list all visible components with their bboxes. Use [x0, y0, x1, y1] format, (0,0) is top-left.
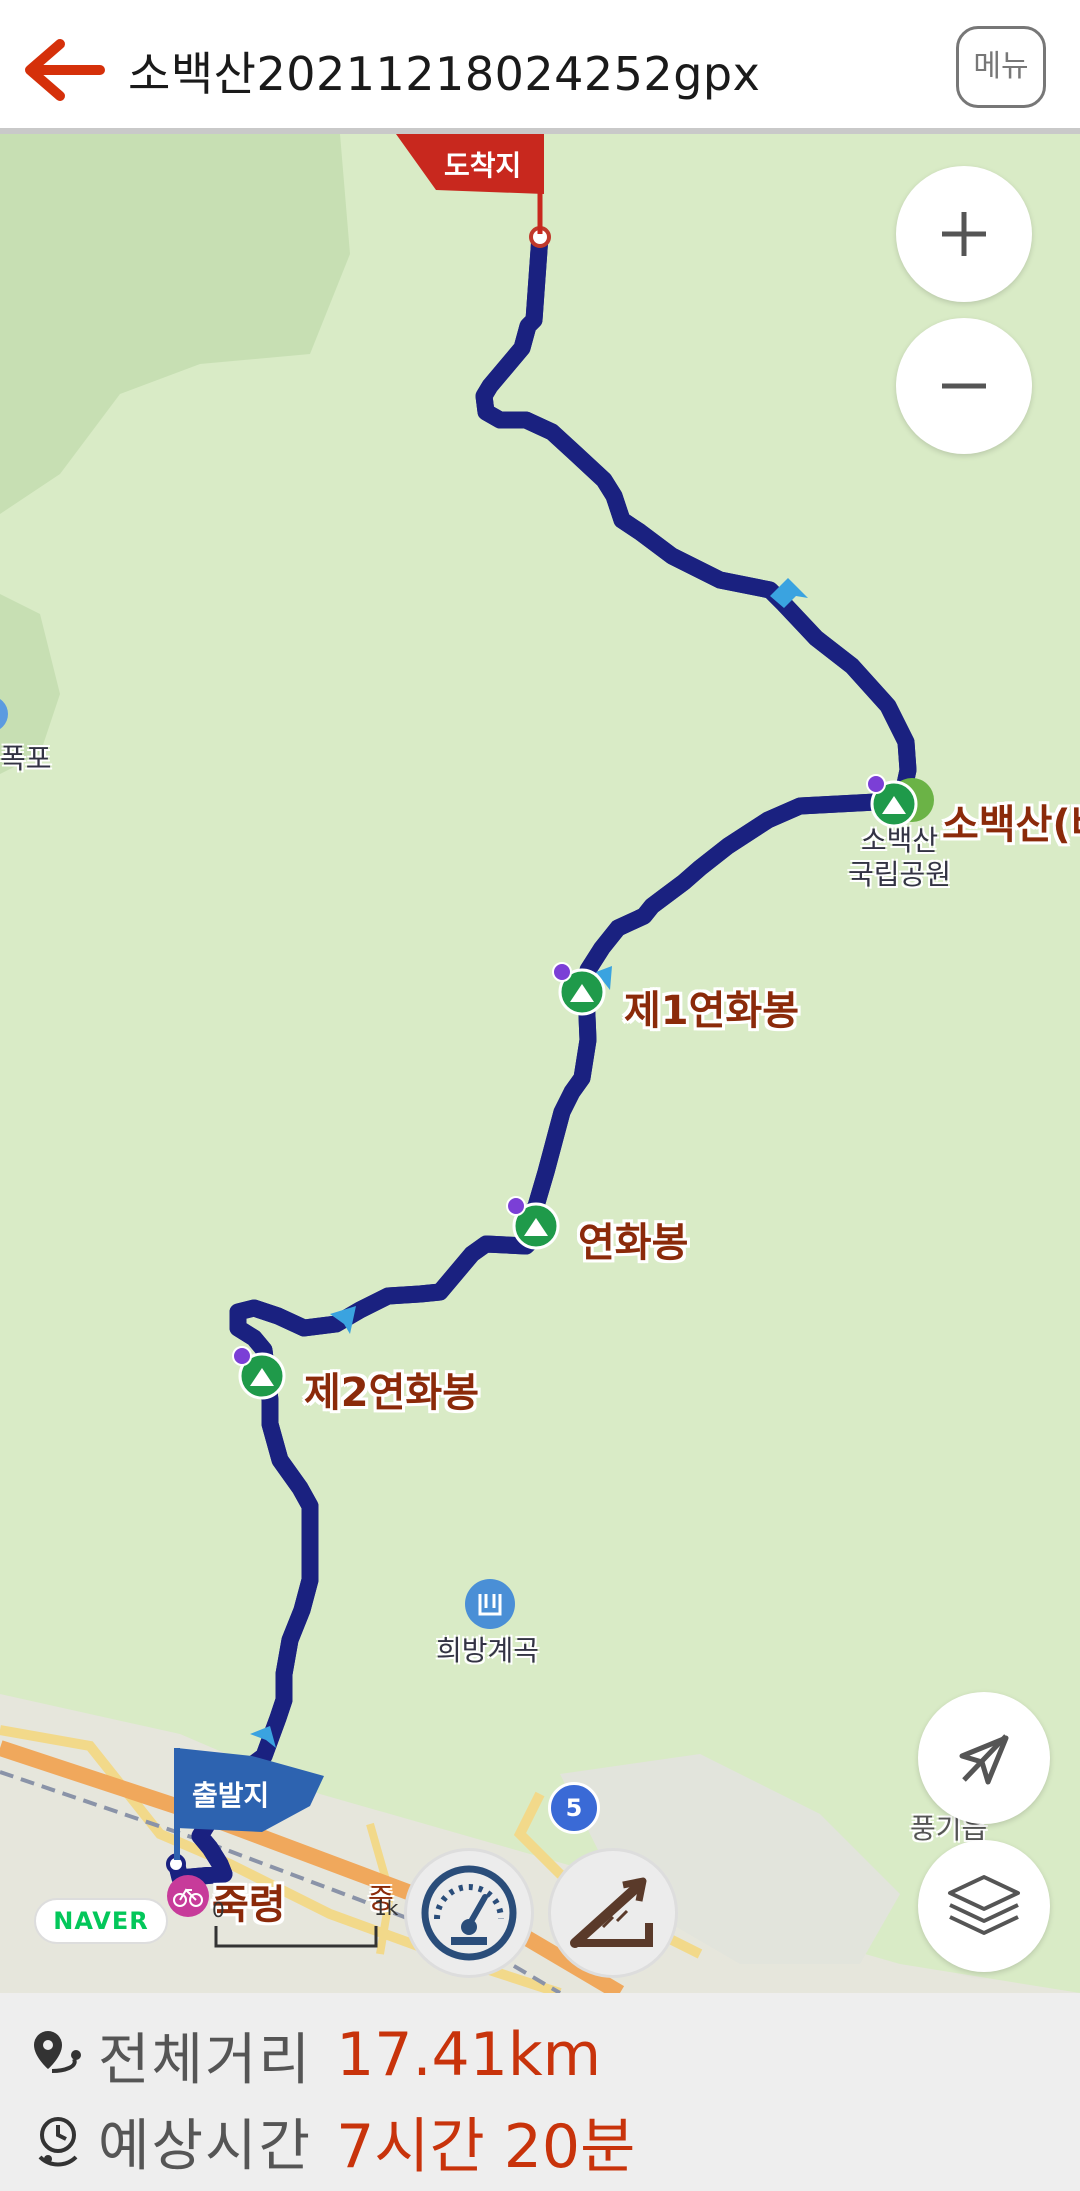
- valley-label: 희방계곡: [436, 1634, 540, 1667]
- scale-unit: 1k: [374, 1896, 399, 1920]
- naver-logo: NAVER: [34, 1898, 168, 1944]
- distance-pin-icon: [34, 2031, 81, 2073]
- location-tracking-button[interactable]: [918, 1692, 1050, 1824]
- speedometer-button[interactable]: [404, 1848, 534, 1978]
- peak-label-yeonhwabong: 연화봉: [578, 1220, 689, 1266]
- elevation-icon: [570, 1877, 653, 1948]
- plus-icon: [942, 212, 986, 256]
- time-clock-icon: [38, 2117, 78, 2167]
- valley-icon: [464, 1578, 516, 1634]
- back-arrow-icon[interactable]: [18, 30, 108, 110]
- menu-button[interactable]: 메뉴: [956, 26, 1046, 108]
- park-label-line2: 국립공원: [848, 858, 952, 891]
- direction-arrow-icon: [250, 1726, 276, 1748]
- peak-marker-icon: [552, 960, 608, 1020]
- start-flag-label: 출발지: [192, 1779, 270, 1812]
- direction-arrow-icon: [330, 1306, 356, 1334]
- elevation-profile-button[interactable]: [548, 1848, 678, 1978]
- peak-marker-icon: [866, 772, 936, 832]
- peak-label-birobong: 소백산(비로봉): [942, 802, 1080, 848]
- location-off-icon: [959, 1734, 1009, 1785]
- map-layers-button[interactable]: [918, 1840, 1050, 1972]
- park-label-line1: 소백산: [860, 824, 939, 857]
- peak-label-2nd-yeonhwabong: 제2연화봉: [304, 1370, 480, 1416]
- time-label: 예상시간: [98, 2113, 313, 2179]
- end-flag-label: 도착지: [444, 149, 522, 182]
- distance-label: 전체거리: [98, 2027, 313, 2093]
- scale-bar: [214, 1916, 394, 1960]
- time-value: 7시간 20분: [336, 2111, 636, 2182]
- bicycle-icon: [166, 1874, 210, 1922]
- time-row: 예상시간 7시간 20분: [30, 2101, 635, 2182]
- minus-icon: [942, 383, 986, 389]
- waterfall-icon: [0, 694, 10, 738]
- park-label: 소백산 국립공원: [848, 824, 951, 892]
- top-bar: 소백산20211218024252gpx 메뉴: [0, 0, 1080, 134]
- zoom-in-button[interactable]: [896, 166, 1032, 302]
- peak-label-1st-yeonhwabong: 제1연화봉: [624, 988, 800, 1034]
- page-title: 소백산20211218024252gpx: [128, 47, 761, 101]
- scale-zero: 0: [212, 1898, 225, 1922]
- map-view[interactable]: 도착지 출발지 소백산(비로봉) 소백산 국립공원 제1연화봉: [0, 134, 1080, 1993]
- peak-marker-icon: [506, 1194, 562, 1254]
- layers-icon: [948, 1875, 1020, 1935]
- distance-row: 전체거리 17.41km: [30, 2015, 601, 2095]
- peak-marker-icon: [232, 1344, 288, 1404]
- waterfall-label: 폭포: [0, 742, 52, 775]
- zoom-out-button[interactable]: [896, 318, 1032, 454]
- road-shield: 5: [548, 1782, 600, 1834]
- direction-arrow-icon: [770, 578, 808, 608]
- distance-value: 17.41km: [336, 2020, 602, 2090]
- speedometer-icon: [421, 1865, 517, 1961]
- route-stats-panel: 전체거리 17.41km 예상시간 7시간 20분: [0, 1993, 1080, 2191]
